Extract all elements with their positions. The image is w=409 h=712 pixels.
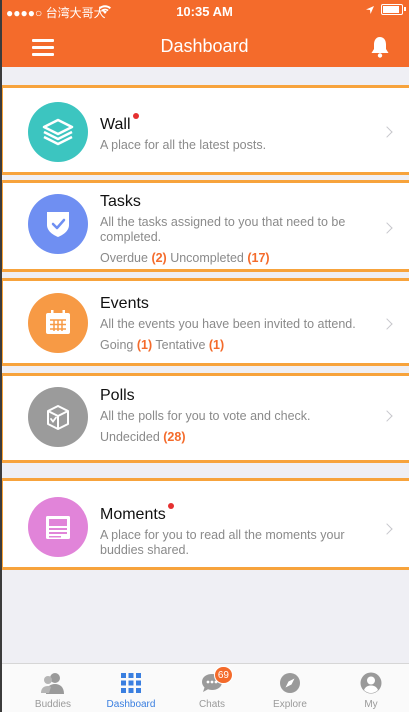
uncompleted-count: (17)	[247, 251, 270, 265]
card-title: Moments	[100, 503, 174, 524]
unread-dot	[167, 503, 174, 509]
nav-bar: Dashboard	[0, 22, 409, 67]
app-header: ●●●●○ 台湾大哥大 10:35 AM Dashboard	[0, 0, 409, 67]
window-edge	[0, 0, 2, 712]
tab-bar: Buddies Dashboard 69 Chats Explore My	[0, 663, 409, 712]
tab-explore[interactable]: Explore	[249, 664, 331, 712]
compass-icon	[277, 670, 303, 696]
undecided-count: (28)	[163, 430, 186, 444]
status-bar: ●●●●○ 台湾大哥大 10:35 AM	[0, 0, 409, 22]
grid-icon	[118, 670, 144, 696]
moments-icon	[28, 497, 88, 557]
card-description: A place for you to read all the moments …	[100, 528, 345, 557]
unread-dot	[132, 113, 139, 119]
page-title: Dashboard	[160, 36, 249, 56]
card-description: All the tasks assigned to you that need …	[100, 215, 346, 244]
tab-buddies[interactable]: Buddies	[12, 664, 94, 712]
card-stats: Overdue (2) Uncompleted (17)	[100, 251, 270, 265]
card-title: Tasks	[100, 193, 141, 210]
card-description: A place for all the latest posts.	[100, 138, 267, 152]
card-title: Wall	[100, 113, 139, 134]
events-card[interactable]: Events All the events you have been invi…	[0, 278, 409, 366]
card-description: All the polls for you to vote and check.	[100, 409, 311, 423]
chevron-right-icon	[381, 410, 393, 422]
person-icon	[358, 670, 384, 696]
chevron-right-icon	[381, 126, 393, 138]
tentative-count: (1)	[208, 338, 225, 352]
card-stats: Undecided (28)	[100, 430, 186, 444]
calendar-icon	[28, 293, 88, 353]
bell-icon[interactable]	[369, 35, 391, 59]
chevron-right-icon	[381, 222, 393, 234]
chevron-right-icon	[381, 523, 393, 535]
location-arrow-icon	[366, 5, 374, 14]
chat-icon: 69	[199, 666, 233, 696]
layers-icon	[28, 102, 88, 162]
chevron-right-icon	[381, 318, 393, 330]
moments-card[interactable]: Moments A place for you to read all the …	[0, 478, 409, 570]
unread-chats-badge: 69	[213, 666, 233, 684]
ballot-box-icon	[28, 387, 88, 447]
card-title: Events	[100, 295, 149, 312]
shield-check-icon	[28, 194, 88, 254]
polls-card[interactable]: Polls All the polls for you to vote and …	[0, 373, 409, 463]
card-stats: Going (1) Tentative (1)	[100, 338, 225, 352]
tab-chats[interactable]: 69 Chats	[171, 664, 253, 712]
card-description: All the events you have been invited to …	[100, 317, 356, 331]
tab-my[interactable]: My	[330, 664, 409, 712]
overdue-count: (2)	[151, 251, 167, 265]
tab-dashboard[interactable]: Dashboard	[90, 664, 172, 712]
wall-card[interactable]: Wall A place for all the latest posts.	[0, 85, 409, 175]
status-time: 10:35 AM	[176, 4, 233, 19]
battery-icon	[381, 4, 406, 15]
card-title: Polls	[100, 387, 135, 404]
going-count: (1)	[136, 338, 153, 352]
buddies-icon	[40, 670, 66, 696]
tasks-card[interactable]: Tasks All the tasks assigned to you that…	[0, 180, 409, 272]
